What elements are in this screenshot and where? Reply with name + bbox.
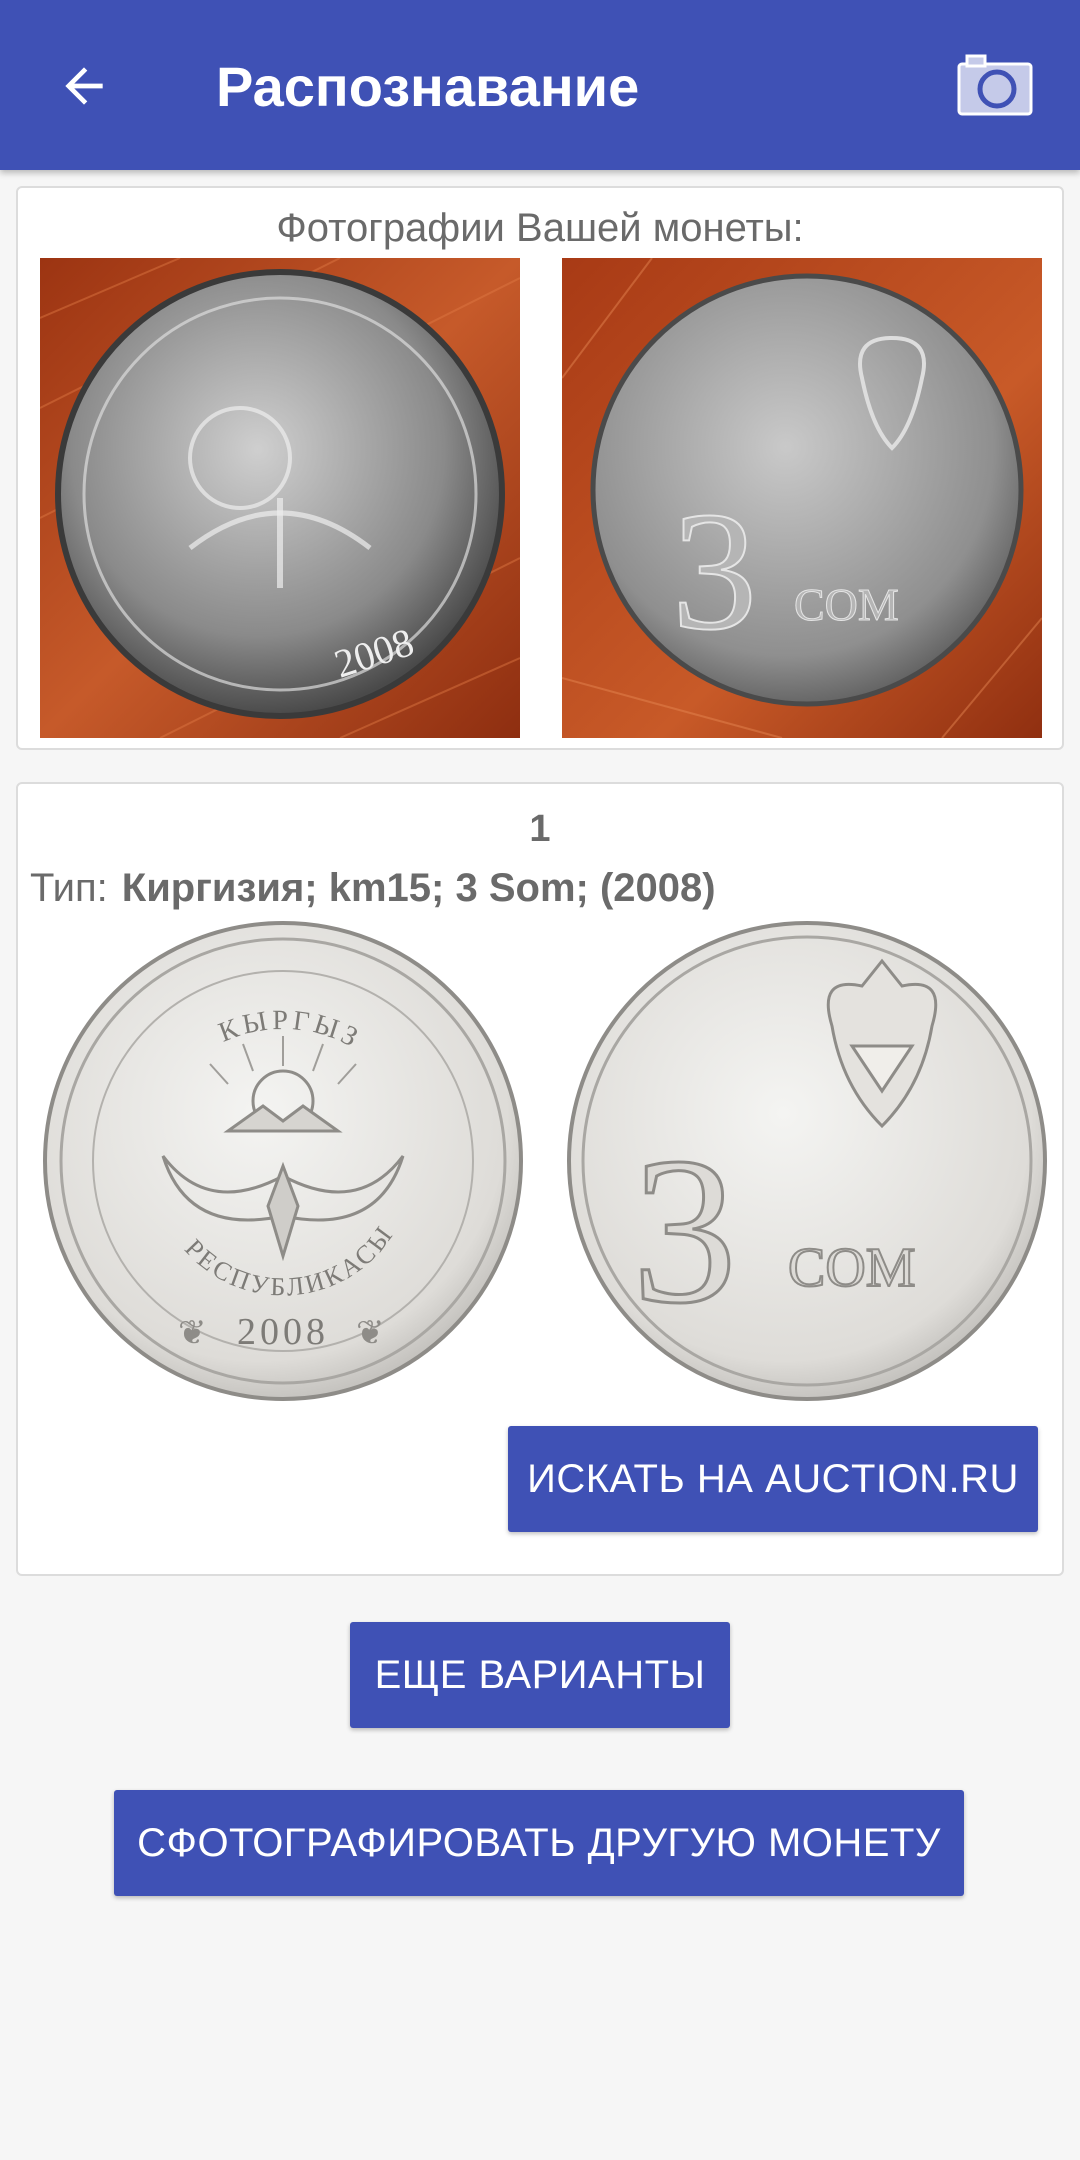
user-coin-obverse-image: 2008 (40, 258, 520, 738)
app-bar: Распознавание (0, 0, 1080, 170)
user-coin-reverse-photo[interactable]: 3 СОМ (562, 258, 1042, 738)
camera-icon (957, 54, 1033, 116)
result-type-value: Киргизия; km15; 3 Som; (2008) (121, 866, 716, 910)
arrow-left-icon (65, 67, 103, 105)
photo-other-coin-button[interactable]: СФОТОГРАФИРОВАТЬ ДРУГУЮ МОНЕТУ (114, 1790, 964, 1896)
reference-coin-reverse[interactable]: 3 СОМ (562, 916, 1052, 1406)
user-coin-unit: СОМ (794, 579, 899, 630)
page-title: Распознавание (216, 55, 640, 118)
user-coin-denomination: 3 (672, 477, 757, 665)
reference-coin-obverse[interactable]: КЫРГЫЗ РЕСПУБЛИКАСЫ 2008 ❦ ❦ (38, 916, 528, 1406)
reference-obverse-image: КЫРГЫЗ РЕСПУБЛИКАСЫ 2008 ❦ ❦ (43, 921, 523, 1401)
result-card: 1 Тип: Киргизия; km15; 3 Som; (2008) КЫР… (16, 782, 1064, 1576)
reference-reverse-image: 3 СОМ (567, 921, 1047, 1401)
reference-obverse-year: 2008 (237, 1311, 329, 1353)
search-auction-button[interactable]: ИСКАТЬ НА AUCTION.RU (508, 1426, 1038, 1532)
ornament-left-icon: ❦ (178, 1313, 207, 1353)
user-coin-obverse-photo[interactable]: 2008 (40, 258, 520, 738)
ornament-right-icon: ❦ (356, 1313, 385, 1353)
result-index: 1 (529, 808, 551, 850)
result-type: Тип: Киргизия; km15; 3 Som; (2008) (30, 866, 716, 911)
reference-reverse-denomination: 3 (632, 1115, 737, 1347)
photo-caption: Фотографии Вашей монеты: (276, 206, 804, 250)
user-coin-reverse-image: 3 СОМ (562, 258, 1042, 738)
back-button[interactable] (44, 46, 124, 126)
more-variants-button[interactable]: ЕЩЕ ВАРИАНТЫ (350, 1622, 730, 1728)
user-photo-card: Фотографии Вашей монеты: 2008 3 СОМ (16, 186, 1064, 750)
result-type-label: Тип: (30, 866, 108, 910)
camera-button[interactable] (950, 44, 1040, 124)
reference-reverse-unit: СОМ (788, 1237, 916, 1299)
